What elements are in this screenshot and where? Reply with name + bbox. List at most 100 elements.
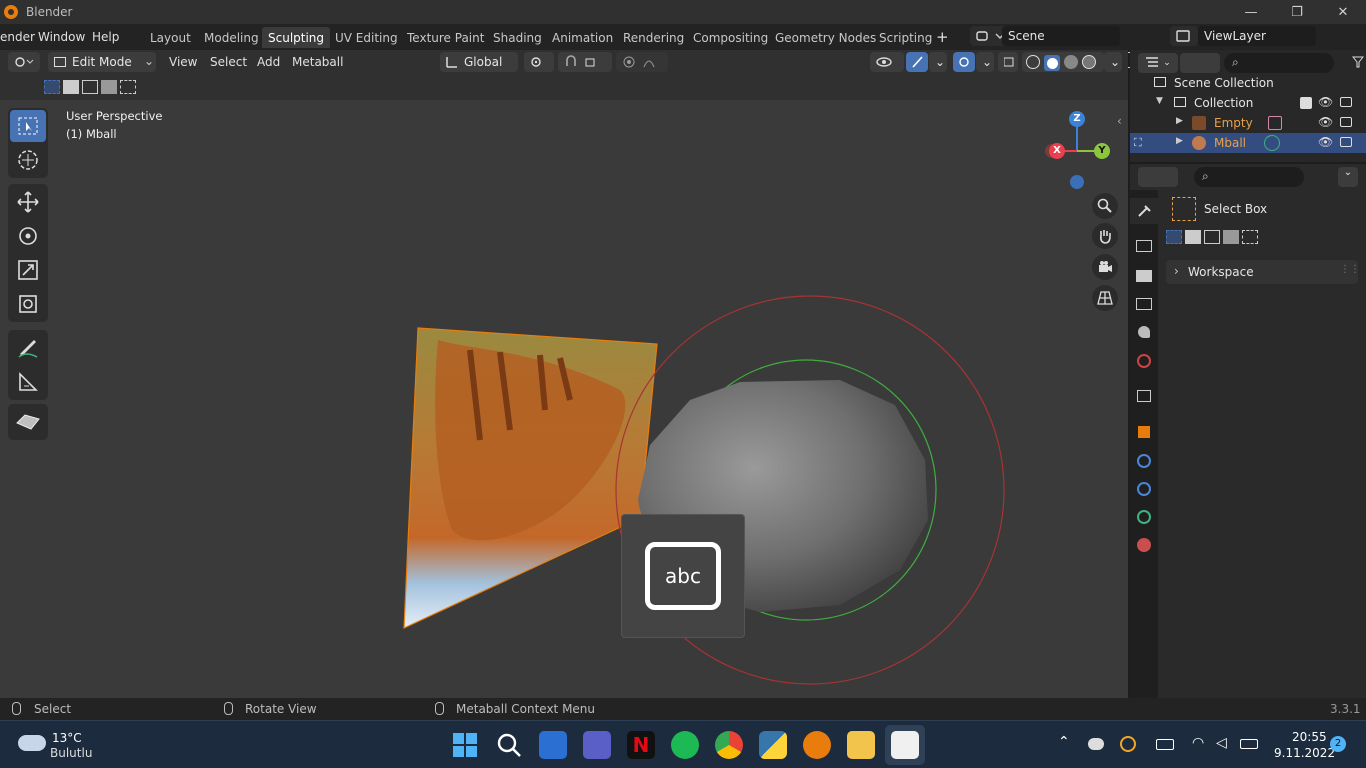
camera-icon[interactable] bbox=[1340, 97, 1352, 107]
blender-icon[interactable] bbox=[803, 731, 831, 759]
gizmo-toggle-icon[interactable] bbox=[906, 52, 928, 72]
wireframe-shading-icon[interactable] bbox=[1026, 55, 1040, 69]
menu-view[interactable]: View bbox=[169, 55, 197, 69]
empty-image-plane[interactable] bbox=[403, 327, 658, 629]
select-subtract-icon[interactable] bbox=[82, 80, 98, 94]
tab-rendering[interactable]: Rendering bbox=[617, 27, 690, 48]
tab-view-layer-icon[interactable] bbox=[1136, 298, 1152, 310]
outliner-row-collection[interactable]: ▼ Collection 👁 bbox=[1130, 93, 1366, 113]
clock-date[interactable]: 9.11.2022 bbox=[1274, 746, 1335, 760]
maximize-button[interactable]: ❐ bbox=[1274, 0, 1320, 24]
select-subtract-icon[interactable] bbox=[1204, 230, 1220, 244]
menu-select[interactable]: Select bbox=[210, 55, 247, 69]
weather-temp[interactable]: 13°C bbox=[52, 731, 82, 745]
menu-metaball[interactable]: Metaball bbox=[292, 55, 343, 69]
select-extend-icon[interactable] bbox=[63, 80, 79, 94]
weather-desc[interactable]: Bulutlu bbox=[50, 746, 92, 760]
notification-badge[interactable]: 2 bbox=[1330, 736, 1346, 752]
outliner-row-scene-collection[interactable]: Scene Collection bbox=[1130, 73, 1366, 93]
tab-scene-icon[interactable] bbox=[1138, 326, 1150, 338]
select-intersect-icon[interactable] bbox=[120, 80, 136, 94]
gizmo-y-axis[interactable]: Y bbox=[1094, 143, 1110, 159]
tab-sculpting[interactable]: Sculpting bbox=[262, 27, 331, 48]
overlay-dropdown-icon[interactable]: ⌄ bbox=[976, 52, 994, 72]
overlay-toggle-icon[interactable] bbox=[953, 52, 975, 72]
solid-shading-icon[interactable] bbox=[1044, 55, 1060, 71]
tab-scripting[interactable]: Scripting bbox=[873, 27, 938, 48]
keyboard-icon[interactable] bbox=[1156, 739, 1174, 750]
camera-icon[interactable] bbox=[1340, 117, 1352, 127]
display-mode-icon[interactable] bbox=[1180, 53, 1220, 73]
teams-icon[interactable] bbox=[583, 731, 611, 759]
add-workspace-button[interactable]: + bbox=[936, 28, 949, 46]
wifi-icon[interactable]: ◠ bbox=[1192, 735, 1204, 751]
editor-type-icon[interactable] bbox=[8, 52, 40, 72]
outliner-row-mball[interactable]: ⛶ ▶ Mball 👁 bbox=[1130, 133, 1366, 153]
zoom-icon[interactable] bbox=[1092, 193, 1118, 219]
snipping-tool-icon[interactable] bbox=[891, 731, 919, 759]
view-layer-field[interactable]: ViewLayer bbox=[1198, 26, 1316, 46]
chrome-icon[interactable] bbox=[715, 731, 743, 759]
select-extend-icon[interactable] bbox=[1185, 230, 1201, 244]
outliner-search-input[interactable] bbox=[1224, 53, 1334, 73]
checkbox-icon[interactable] bbox=[1300, 97, 1312, 109]
visibility-icon[interactable] bbox=[870, 52, 904, 72]
sidebar-toggle-icon[interactable]: ‹ bbox=[1117, 114, 1122, 128]
volume-icon[interactable]: ◁ bbox=[1216, 735, 1227, 751]
tab-compositing[interactable]: Compositing bbox=[687, 27, 774, 48]
netflix-icon[interactable]: N bbox=[627, 731, 655, 759]
select-invert-icon[interactable] bbox=[1223, 230, 1239, 244]
view-layer-icon[interactable] bbox=[1170, 26, 1198, 46]
snap-icon[interactable] bbox=[558, 52, 612, 72]
tab-render-icon[interactable] bbox=[1136, 240, 1152, 252]
tab-geometry-nodes[interactable]: Geometry Nodes bbox=[769, 27, 882, 48]
perspective-toggle-icon[interactable] bbox=[1092, 285, 1118, 311]
eye-icon[interactable]: 👁 bbox=[1318, 115, 1333, 129]
properties-search-input[interactable] bbox=[1194, 167, 1304, 187]
tab-layout[interactable]: Layout bbox=[144, 27, 197, 48]
cloud-weather-icon[interactable] bbox=[18, 735, 46, 751]
spotify-icon[interactable] bbox=[671, 731, 699, 759]
filter-icon[interactable] bbox=[1351, 56, 1365, 71]
eye-icon[interactable]: 👁 bbox=[1318, 95, 1333, 109]
material-shading-icon[interactable] bbox=[1064, 55, 1078, 69]
pivot-point-icon[interactable] bbox=[524, 52, 554, 72]
camera-view-icon[interactable] bbox=[1092, 254, 1118, 280]
menu-window[interactable]: Window bbox=[38, 30, 85, 44]
tab-output-icon[interactable] bbox=[1136, 270, 1152, 282]
expand-arrow-icon[interactable]: ▶ bbox=[1176, 116, 1183, 126]
select-invert-icon[interactable] bbox=[101, 80, 117, 94]
xray-toggle-icon[interactable] bbox=[998, 52, 1018, 72]
tab-object-icon[interactable] bbox=[1138, 426, 1150, 438]
expand-arrow-icon[interactable]: ▼ bbox=[1156, 96, 1163, 106]
expand-arrow-icon[interactable]: ▶ bbox=[1176, 136, 1183, 146]
tab-physics-icon[interactable] bbox=[1137, 454, 1151, 468]
tab-data-icon[interactable] bbox=[1137, 510, 1151, 524]
gizmo-dropdown-icon[interactable]: ⌄ bbox=[929, 52, 947, 72]
gizmo-x-axis[interactable]: X bbox=[1049, 143, 1065, 159]
select-new-icon[interactable] bbox=[44, 80, 60, 94]
gizmo-z-axis[interactable]: Z bbox=[1069, 111, 1085, 127]
chevron-up-icon[interactable]: ⌃ bbox=[1058, 734, 1070, 750]
proportional-edit-icon[interactable] bbox=[616, 52, 668, 72]
microsoft-store-icon[interactable] bbox=[539, 731, 567, 759]
update-icon[interactable] bbox=[1120, 736, 1136, 752]
tab-shading[interactable]: Shading bbox=[487, 27, 548, 48]
properties-editor-type-icon[interactable] bbox=[1138, 167, 1178, 187]
outliner-row-empty[interactable]: ▶ Empty 👁 bbox=[1130, 113, 1366, 133]
file-explorer-icon[interactable] bbox=[847, 731, 875, 759]
options-dropdown-icon[interactable]: ⌄ bbox=[1338, 167, 1358, 187]
clock-time[interactable]: 20:55 bbox=[1292, 730, 1327, 744]
pan-hand-icon[interactable] bbox=[1092, 223, 1118, 249]
select-new-icon[interactable] bbox=[1166, 230, 1182, 244]
close-button[interactable]: ✕ bbox=[1320, 0, 1366, 24]
3d-viewport[interactable]: User Perspective (1) Mball Z X Y abc ‹ bbox=[0, 100, 1128, 698]
python-icon[interactable] bbox=[759, 731, 787, 759]
drag-handle-icon[interactable]: ⋮⋮ bbox=[1340, 264, 1360, 275]
windows-start-icon[interactable] bbox=[451, 731, 479, 759]
tab-collection-icon[interactable] bbox=[1137, 390, 1151, 402]
onedrive-icon[interactable] bbox=[1088, 738, 1104, 750]
minimize-button[interactable]: — bbox=[1228, 0, 1274, 24]
tab-modeling[interactable]: Modeling bbox=[198, 27, 265, 48]
rendered-shading-icon[interactable] bbox=[1082, 55, 1096, 69]
